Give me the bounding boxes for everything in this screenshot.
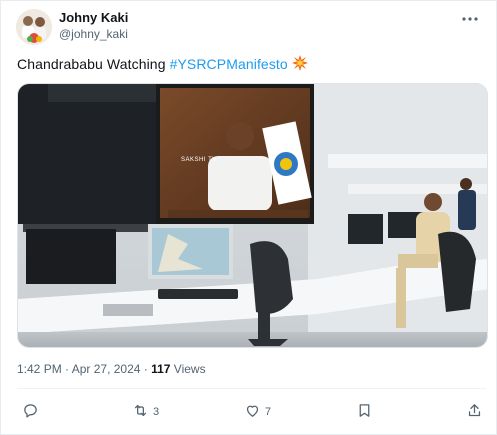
meta-separator: ·	[140, 362, 152, 376]
action-bar: 3 7	[1, 399, 497, 425]
repost-button[interactable]: 3	[132, 399, 159, 425]
more-options-icon[interactable]	[461, 10, 479, 28]
tweet-text: Chandrababu Watching #YSRCPManifesto	[17, 55, 308, 74]
heart-icon	[244, 402, 261, 422]
avatar[interactable]	[16, 9, 52, 45]
author-handle[interactable]: @johny_kaki	[59, 27, 128, 41]
views-label: Views	[170, 362, 206, 376]
reply-button[interactable]	[22, 399, 43, 425]
like-button[interactable]: 7	[244, 399, 271, 425]
divider	[17, 388, 486, 389]
reply-icon	[22, 402, 39, 422]
share-button[interactable]	[466, 399, 483, 425]
tweet-photo[interactable]: SAKSHI TV	[17, 83, 488, 348]
tweet-meta: 1:42 PM · Apr 27, 2024 · 117 Views	[17, 362, 206, 376]
bookmark-button[interactable]	[356, 399, 377, 425]
tweet-card: Johny Kaki @johny_kaki Chandrababu Watch…	[0, 0, 497, 435]
meta-separator: ·	[61, 362, 72, 376]
collision-sparkle-icon	[291, 55, 308, 74]
tv-channel-label: SAKSHI TV	[181, 157, 217, 163]
views-count: 117	[151, 362, 171, 376]
author-display-name[interactable]: Johny Kaki	[59, 10, 128, 25]
like-count: 7	[265, 406, 272, 418]
tweet-text-plain: Chandrababu Watching	[17, 56, 170, 72]
bookmark-icon	[356, 402, 373, 422]
post-date[interactable]: Apr 27, 2024	[72, 362, 141, 376]
hashtag-link[interactable]: #YSRCPManifesto	[170, 56, 288, 72]
post-time[interactable]: 1:42 PM	[17, 362, 62, 376]
share-icon	[466, 402, 483, 422]
repost-icon	[132, 402, 149, 422]
repost-count: 3	[153, 406, 160, 418]
